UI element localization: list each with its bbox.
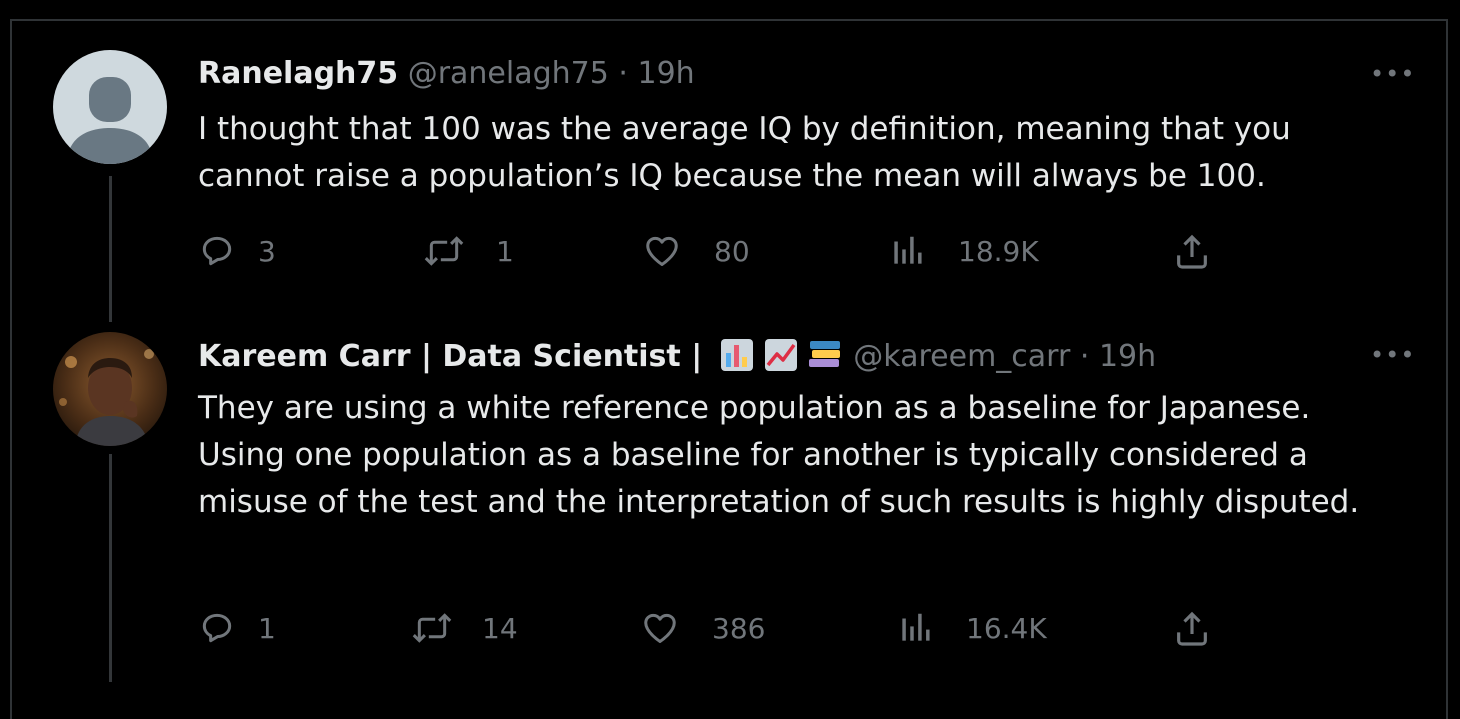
chart-increasing-emoji (764, 339, 797, 371)
share-icon (1177, 611, 1207, 646)
share-button[interactable] (1172, 609, 1212, 649)
tweet-text: They are using a white reference populat… (198, 390, 1360, 520)
like-button[interactable]: 386 (640, 609, 765, 647)
default-avatar-icon (53, 50, 167, 164)
reply-icon (202, 613, 232, 643)
repost-count: 14 (482, 611, 518, 645)
repost-count: 1 (496, 234, 514, 268)
display-name[interactable]: Ranelagh75 (198, 56, 398, 91)
thread-line (109, 454, 112, 682)
view-count: 18.9K (958, 234, 1039, 268)
view-count: 16.4K (966, 611, 1047, 645)
bar-chart-emoji (720, 339, 753, 371)
display-name[interactable]: Kareem Carr | Data Scientist | (198, 339, 702, 374)
thread-line (109, 176, 112, 322)
reply-count: 3 (258, 234, 276, 268)
like-count: 80 (714, 234, 750, 268)
separator-dot: · (618, 56, 628, 91)
reply-button[interactable]: 3 (198, 232, 276, 270)
user-handle[interactable]: @kareem_carr (853, 339, 1070, 374)
heart-icon (644, 613, 676, 643)
share-button[interactable] (1172, 232, 1212, 272)
views-button[interactable]: 16.4K (898, 609, 1047, 647)
reply-button[interactable]: 1 (198, 609, 276, 647)
user-handle[interactable]: @ranelagh75 (408, 56, 609, 91)
separator-dot: · (1079, 339, 1090, 374)
more-options-icon[interactable]: ••• (1370, 341, 1415, 369)
like-count: 386 (712, 611, 766, 645)
like-button[interactable]: 80 (642, 232, 750, 270)
repost-icon (412, 613, 452, 643)
timestamp[interactable]: 19h (637, 56, 694, 91)
books-emoji (808, 341, 840, 367)
views-icon (894, 236, 922, 264)
heart-icon (646, 236, 678, 266)
tweet-header: Kareem Carr | Data Scientist | @kareem_c… (198, 337, 1156, 375)
repost-button[interactable]: 14 (410, 609, 518, 647)
repost-icon (424, 236, 464, 266)
timestamp[interactable]: 19h (1099, 339, 1156, 374)
profile-photo (53, 332, 167, 446)
tweet-header: Ranelagh75 @ranelagh75 · 19h (198, 56, 695, 92)
avatar[interactable] (53, 332, 167, 446)
views-icon (902, 613, 930, 641)
more-options-icon[interactable]: ••• (1370, 60, 1415, 88)
share-icon (1177, 234, 1207, 269)
avatar[interactable] (53, 50, 167, 164)
tweet-text: I thought that 100 was the average IQ by… (198, 111, 1291, 194)
reply-icon (202, 236, 232, 266)
views-button[interactable]: 18.9K (890, 232, 1039, 270)
reply-count: 1 (258, 611, 276, 645)
repost-button[interactable]: 1 (422, 232, 514, 270)
